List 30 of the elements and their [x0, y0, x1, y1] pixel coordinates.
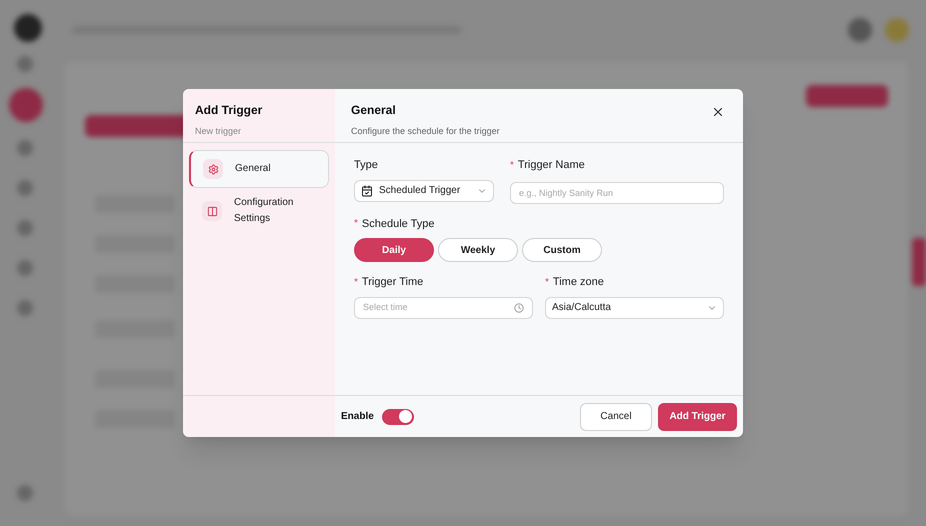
trigger-name-field[interactable]: e.g., Nightly Sanity Run — [510, 182, 724, 204]
section-description: Configure the schedule for the trigger — [351, 125, 500, 138]
dialog-subtitle: New trigger — [195, 125, 242, 138]
required-mark: * — [510, 158, 514, 173]
schedule-option[interactable]: Daily — [354, 238, 434, 262]
field-label: Trigger Time — [362, 275, 424, 290]
section-title: General — [351, 102, 397, 119]
time-zone-select[interactable]: Asia/Calcutta — [545, 296, 724, 318]
step-item[interactable]: Configuration Settings — [189, 192, 329, 230]
enable-toggle[interactable] — [382, 408, 414, 424]
required-mark: * — [354, 276, 358, 290]
gear-icon — [203, 159, 223, 179]
add-trigger-button[interactable]: Add Trigger — [658, 402, 737, 430]
enable-label: Enable — [341, 410, 374, 424]
schedule-option[interactable]: Weekly — [438, 238, 518, 262]
dialog-title: Add Trigger — [195, 102, 264, 119]
calendar-icon — [361, 184, 373, 196]
panel-icon — [202, 201, 222, 221]
schedule-option[interactable]: Custom — [522, 238, 602, 262]
step-item[interactable]: General — [189, 150, 329, 188]
field-label: Trigger Name — [518, 158, 585, 173]
type-select[interactable]: Scheduled Trigger — [354, 180, 494, 202]
close-icon[interactable] — [711, 105, 725, 119]
required-mark: * — [545, 276, 549, 290]
required-mark: * — [354, 217, 358, 232]
field-label: Schedule Type — [362, 216, 434, 232]
clock-icon — [514, 302, 524, 312]
cancel-button[interactable]: Cancel — [580, 402, 652, 430]
field-label: Time zone — [552, 275, 604, 290]
field-label: Type — [354, 158, 378, 173]
